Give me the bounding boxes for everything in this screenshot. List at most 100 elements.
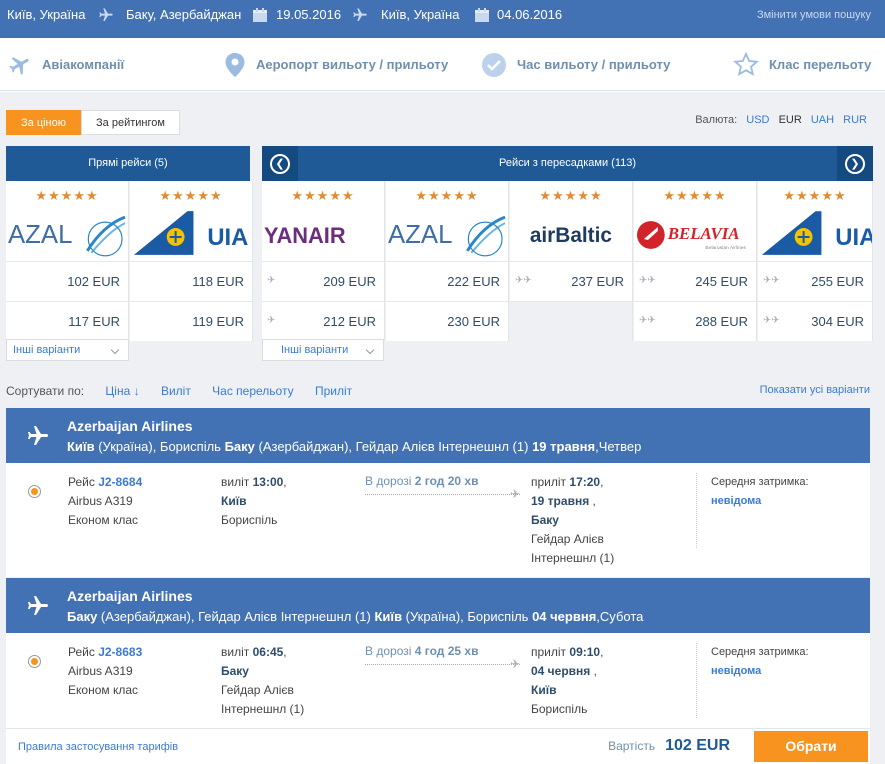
- sort-price-link[interactable]: Ціна ↓: [105, 384, 139, 398]
- airline-column-yanair[interactable]: ★★★★★ YANAIR ✈ 209 EUR ✈ 212 EUR: [262, 181, 385, 341]
- next-arrow-button[interactable]: ❯: [837, 146, 873, 181]
- sort-mode-toggle: За ціною За рейтингом: [6, 110, 180, 135]
- price-cell[interactable]: ✈✈ 304 EUR: [758, 301, 872, 341]
- transfer-more-options[interactable]: Інші варіанти: [262, 339, 384, 361]
- arrival-info: приліт 09:10, 04 червня , Київ Бориспіль: [531, 645, 604, 716]
- depart-date: 19.05.2016: [276, 7, 342, 22]
- aircraft: Airbus A319: [68, 494, 133, 508]
- airline-name: Azerbaijan Airlines: [67, 588, 193, 604]
- currency-uah[interactable]: UAH: [811, 114, 834, 126]
- price-value: 304 EUR: [811, 314, 864, 329]
- rating-stars: ★★★★★: [415, 188, 479, 203]
- flight-info: Рейс J2-8683 Airbus A319 Економ клас: [68, 643, 142, 700]
- price-cell[interactable]: ✈ 209 EUR: [262, 261, 384, 301]
- uia-logo: UIA: [130, 209, 252, 259]
- route-text: Баку (Азербайджан), Гейдар Алієв Інтерне…: [67, 609, 644, 624]
- price-cell[interactable]: ✈✈ 245 EUR: [634, 261, 756, 301]
- divider: [696, 643, 697, 718]
- sort-by-rating-button[interactable]: За рейтингом: [81, 110, 180, 135]
- arrival-info: приліт 17:20, 19 травня , Баку Гейдар Ал…: [531, 475, 615, 565]
- change-search-link[interactable]: Змінити умови пошуку: [757, 0, 871, 30]
- rating-stars: ★★★★★: [35, 188, 99, 203]
- search-summary-bar: Київ, Україна Баку, Азербайджан 19.05.20…: [0, 0, 885, 38]
- sort-duration-link[interactable]: Час перельоту: [212, 384, 293, 398]
- departure-info: виліт 13:00, Київ Бориспіль: [221, 475, 287, 527]
- flight-number[interactable]: J2-8684: [98, 475, 142, 489]
- price-cell[interactable]: 102 EUR: [6, 261, 128, 301]
- price-cell[interactable]: 117 EUR: [6, 301, 128, 341]
- uia-logo: UIA: [758, 209, 872, 259]
- svg-text:YANAIR: YANAIR: [264, 223, 346, 248]
- return-date: 04.06.2016: [497, 7, 563, 22]
- price-cell[interactable]: 222 EUR: [386, 261, 508, 301]
- show-all-link[interactable]: Показати усі варіанти: [760, 384, 870, 396]
- flight-details: Рейс J2-8683 Airbus A319 Економ клас вил…: [6, 633, 870, 729]
- stop-plane-icon: ✈✈: [639, 315, 656, 326]
- sort-departure-link[interactable]: Виліт: [161, 384, 191, 398]
- plane-icon: [26, 424, 50, 451]
- belavia-logo: BELAVIA Belarusian Airlines: [634, 209, 756, 259]
- cabin-class: Економ клас: [68, 513, 139, 527]
- filter-class-label: Клас перельоту: [769, 57, 872, 72]
- filter-airlines[interactable]: Авіакомпанії: [8, 38, 124, 91]
- airline-column-belavia[interactable]: ★★★★★ BELAVIA Belarusian Airlines ✈✈ 245 E…: [634, 181, 757, 341]
- currency-usd[interactable]: USD: [746, 114, 769, 126]
- calendar-icon: [252, 7, 268, 26]
- airline-column-uia[interactable]: ★★★★★ UIA 118 EUR 119 EUR: [130, 181, 253, 341]
- flight-select-radio[interactable]: [28, 485, 41, 498]
- svg-text:UIA: UIA: [835, 224, 872, 251]
- currency-rur[interactable]: RUR: [843, 114, 867, 126]
- prev-arrow-button[interactable]: ❮: [262, 146, 298, 181]
- delay-info: Середня затримка: невідома: [711, 646, 809, 677]
- departure-info: виліт 06:45, Баку Гейдар Алієв Інтернешн…: [221, 645, 305, 716]
- calendar-icon: [474, 7, 490, 26]
- price-value: 212 EUR: [323, 314, 376, 329]
- flight-select-radio[interactable]: [28, 655, 41, 668]
- filter-time[interactable]: Час вильоту / прильоту: [481, 38, 670, 91]
- airline-column-azal-transfer[interactable]: ★★★★★ AZAL 222 EUR 230 EUR: [386, 181, 509, 341]
- stop-plane-icon: ✈✈: [639, 275, 656, 286]
- price-cell[interactable]: 118 EUR: [130, 261, 252, 301]
- azal-logo: AZAL: [6, 209, 128, 259]
- sort-bar: Сортувати по: Ціна ↓ Виліт Час перельоту…: [6, 384, 370, 398]
- azal-logo: AZAL: [386, 209, 508, 259]
- filter-airport-label: Аеропорт вильоту / прильоту: [256, 57, 449, 72]
- select-button[interactable]: Обрати: [754, 731, 868, 762]
- price-cell[interactable]: 119 EUR: [130, 301, 252, 341]
- currency-selector: Валюта: USD EUR UAH RUR: [689, 114, 867, 126]
- price-value: 222 EUR: [447, 274, 500, 289]
- price-cell[interactable]: ✈✈ 237 EUR: [510, 261, 632, 301]
- svg-text:AZAL: AZAL: [388, 221, 452, 249]
- plane-icon: [352, 7, 368, 26]
- airline-column-uia-transfer[interactable]: ★★★★★ UIA ✈✈ 255 EUR ✈✈ 304 EUR: [758, 181, 873, 341]
- price-value: 117 EUR: [68, 314, 120, 329]
- flight-number[interactable]: J2-8683: [98, 645, 142, 659]
- duration-line: [365, 664, 520, 665]
- divider: [696, 473, 697, 548]
- duration: В дорозі 4 год 25 хв: [365, 644, 479, 658]
- plane-icon: [98, 7, 114, 26]
- sort-label: Сортувати по:: [6, 384, 85, 398]
- price-cell[interactable]: ✈✈ 288 EUR: [634, 301, 756, 341]
- filter-airport[interactable]: Аеропорт вильоту / прильоту: [224, 38, 448, 91]
- more-options-label: Інші варіанти: [13, 344, 81, 356]
- sort-arrival-link[interactable]: Приліт: [315, 384, 352, 398]
- currency-eur[interactable]: EUR: [779, 114, 802, 126]
- delay-info: Середня затримка: невідома: [711, 476, 809, 507]
- chevron-right-icon: ❯: [845, 153, 865, 174]
- airline-column-airbaltic[interactable]: ★★★★★ airBaltic ✈✈ 237 EUR: [510, 181, 633, 341]
- svg-text:Belarusian Airlines: Belarusian Airlines: [705, 245, 746, 251]
- direct-more-options[interactable]: Інші варіанти: [6, 339, 129, 361]
- price-cell[interactable]: ✈ 212 EUR: [262, 301, 384, 341]
- fare-rules-link[interactable]: Правила застосування тарифів: [18, 741, 178, 753]
- price-value: 245 EUR: [695, 274, 748, 289]
- plane-icon: ✈: [510, 487, 521, 501]
- airline-column-azal[interactable]: ★★★★★ AZAL 102 EUR 117 EUR: [6, 181, 129, 341]
- chevron-down-icon: [365, 345, 375, 355]
- filter-class[interactable]: Клас перельоту: [733, 38, 871, 91]
- price-cell[interactable]: ✈✈ 255 EUR: [758, 261, 872, 301]
- plane-icon: [8, 53, 32, 77]
- sort-by-price-button[interactable]: За ціною: [6, 110, 82, 135]
- rating-stars: ★★★★★: [159, 188, 223, 203]
- price-cell[interactable]: 230 EUR: [386, 301, 508, 341]
